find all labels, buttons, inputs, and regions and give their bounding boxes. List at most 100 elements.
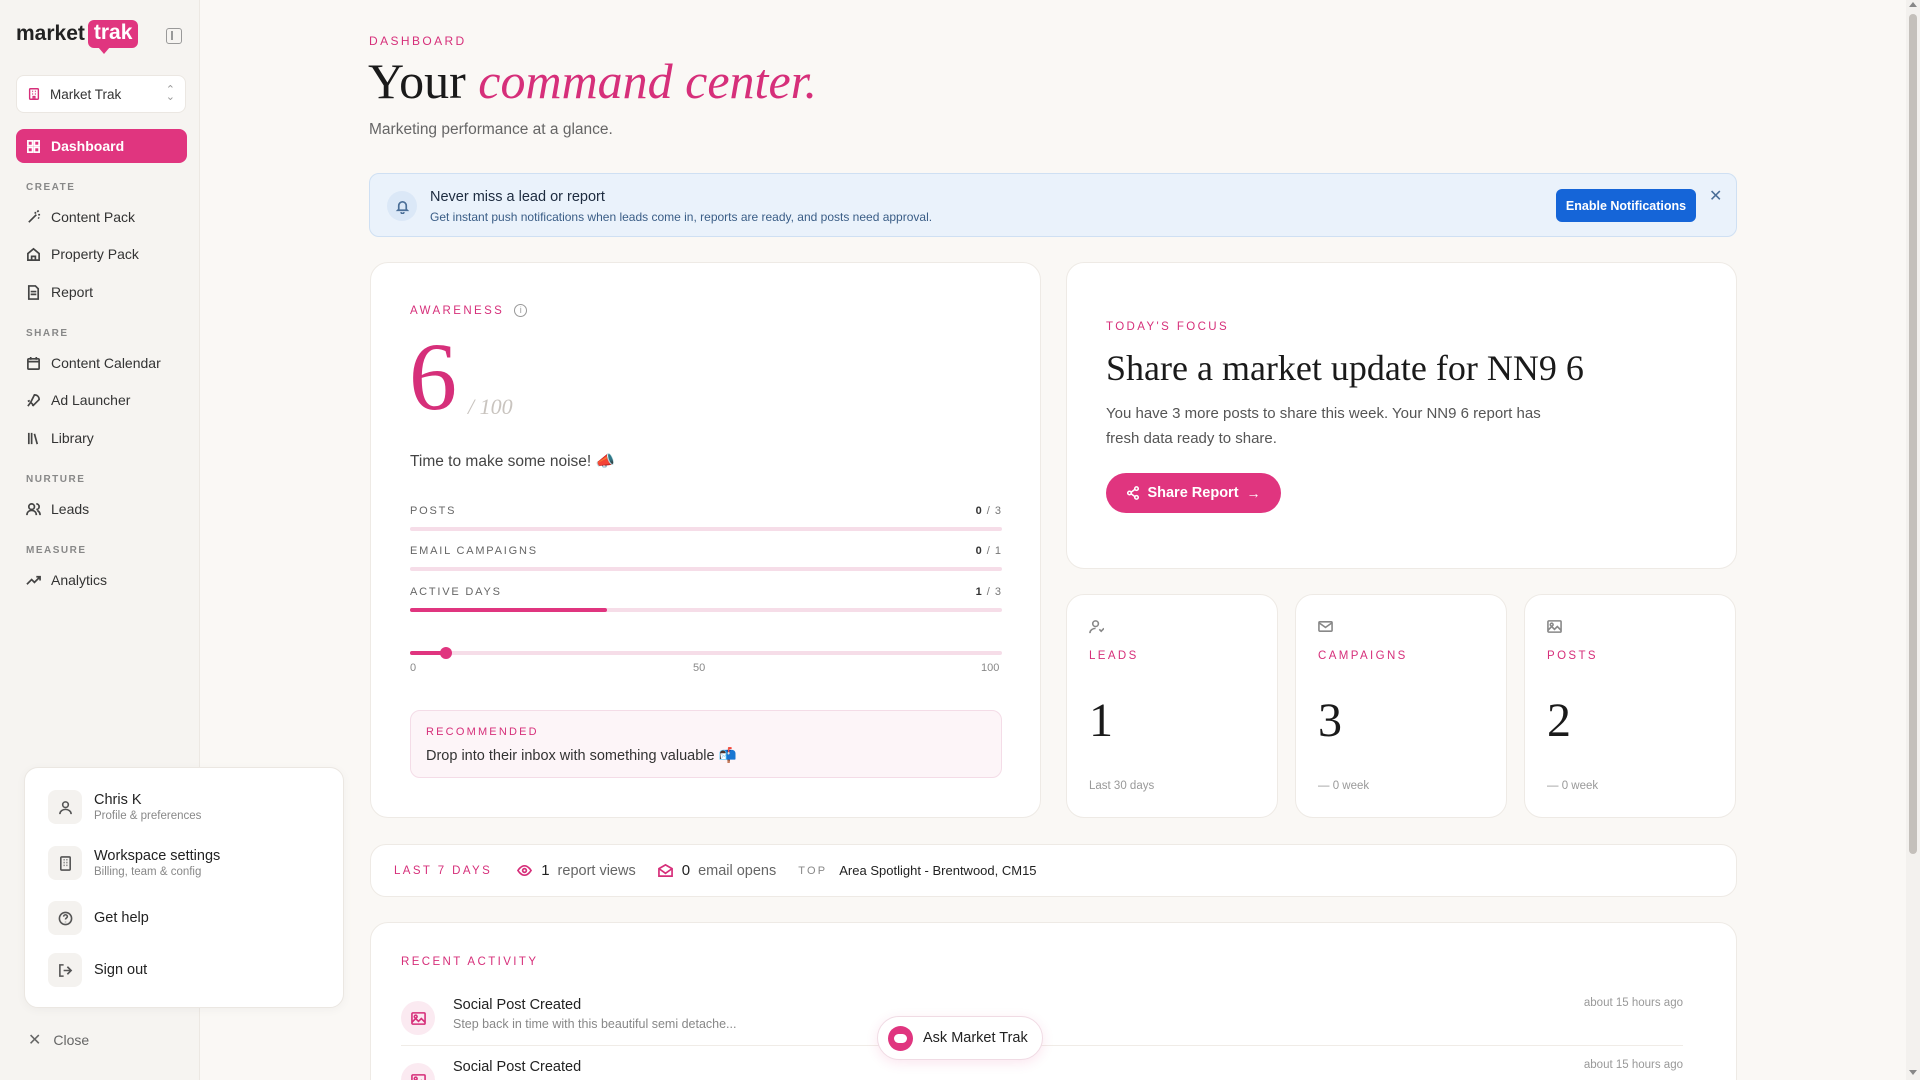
opens-count: 0 [681, 862, 691, 879]
profile-menu-workspace-settings[interactable]: Workspace settings Billing, team & confi… [48, 846, 220, 880]
sidebar-item-analytics[interactable]: Analytics [16, 563, 187, 597]
user-name: Chris K [94, 792, 142, 808]
help-circle-icon [48, 901, 82, 935]
scroll-up-icon[interactable] [1909, 2, 1917, 7]
close-label: Close [53, 1032, 90, 1048]
close-menu-button[interactable]: ✕ Close [28, 1030, 89, 1050]
sidebar-item-label: Ad Launcher [51, 392, 131, 408]
workspace-name: Market Trak [50, 86, 122, 102]
profile-menu-help[interactable]: Get help [48, 901, 149, 935]
awareness-max: / 100 [468, 394, 513, 419]
title-plain: Your [368, 53, 479, 109]
top-label: TOP [798, 864, 828, 877]
workspace-settings-title: Workspace settings [94, 848, 221, 864]
users-icon [26, 502, 41, 515]
metric-progress [410, 527, 1002, 531]
sidebar-item-dashboard[interactable]: Dashboard [16, 129, 187, 163]
activity-title: Social Post Created [453, 1059, 582, 1075]
image-icon [401, 1001, 435, 1035]
rocket-icon [27, 393, 40, 407]
sidebar-item-label: Leads [51, 501, 90, 517]
sidebar-item-label: Analytics [51, 572, 108, 588]
ask-market-trak-button[interactable]: Ask Market Trak [877, 1016, 1043, 1060]
metric-value: 0 / 3 [975, 505, 1002, 517]
awareness-message: Time to make some noise! 📣 [410, 453, 615, 470]
metric-label: EMAIL CAMPAIGNS [410, 545, 538, 557]
image-icon [1547, 620, 1562, 633]
workspace-settings-sub: Billing, team & config [94, 866, 202, 878]
stat-value: 2 [1547, 694, 1571, 747]
stat-label: POSTS [1547, 650, 1598, 662]
profile-menu-signout[interactable]: Sign out [48, 953, 147, 987]
stat-card-leads[interactable]: LEADS 1 Last 30 days [1066, 594, 1278, 818]
enable-notifications-button[interactable]: Enable Notifications [1556, 189, 1696, 222]
report-views-stat: 1 report views [517, 862, 636, 879]
share-report-button[interactable]: Share Report → [1106, 473, 1281, 513]
sidebar-item-library[interactable]: Library [16, 421, 187, 455]
focus-title: Share a market update for NN9 6 [1106, 348, 1584, 388]
metric-progress [410, 608, 1002, 612]
dismiss-notification-icon[interactable]: ✕ [1709, 186, 1722, 206]
notification-desc: Get instant push notifications when lead… [430, 210, 933, 224]
home-icon [27, 247, 40, 261]
scroll-down-icon[interactable] [1909, 1070, 1917, 1075]
profile-menu: Chris K Profile & preferences Workspace … [24, 767, 344, 1008]
sidebar-item-content-calendar[interactable]: Content Calendar [16, 346, 187, 380]
scrollbar-thumb[interactable] [1909, 14, 1917, 854]
stat-card-posts[interactable]: POSTS 2 — 0 week [1524, 594, 1736, 818]
profile-menu-user[interactable]: Chris K Profile & preferences [48, 790, 201, 824]
divider [401, 1045, 1683, 1046]
stat-note: — 0 week [1547, 780, 1599, 792]
stat-card-campaigns[interactable]: CAMPAIGNS 3 — 0 week [1295, 594, 1507, 818]
arrow-right-icon: → [1246, 485, 1261, 501]
scrollbar[interactable] [1906, 0, 1920, 1080]
sidebar-item-label: Content Pack [51, 209, 136, 225]
awareness-label: AWARENESS i [410, 304, 528, 317]
document-icon [27, 284, 40, 300]
stat-label: CAMPAIGNS [1318, 650, 1408, 662]
workspace-selector[interactable]: Market Trak ⌃ ⌄ [16, 75, 186, 113]
breadcrumb: DASHBOARD [369, 34, 467, 48]
logout-icon [48, 953, 82, 987]
wand-icon [28, 209, 41, 223]
last-7-days-bar: LAST 7 DAYS 1 report views 0 email opens… [370, 844, 1737, 897]
sidebar-item-report[interactable]: Report [16, 275, 187, 309]
nav-section-nurture: NURTURE [26, 474, 86, 485]
nav-section-share: SHARE [26, 328, 69, 339]
stat-value: 1 [1089, 694, 1113, 747]
trending-up-icon [26, 575, 41, 585]
sidebar-collapse-icon[interactable] [166, 28, 182, 44]
sidebar-item-content-pack[interactable]: Content Pack [16, 200, 187, 234]
title-emphasis: command center. [478, 53, 818, 109]
metric-label: POSTS [410, 505, 457, 517]
share-icon [1127, 486, 1140, 500]
tick-label: 100 [981, 662, 1000, 674]
list-item[interactable]: Social Post Created about 15 hours ago [401, 1059, 1683, 1080]
info-icon[interactable]: i [514, 304, 528, 317]
logo[interactable]: market trak [16, 20, 139, 54]
sidebar-item-property-pack[interactable]: Property Pack [16, 237, 187, 271]
share-report-label: Share Report [1147, 485, 1239, 501]
activity-title: Social Post Created [453, 997, 582, 1013]
sidebar-item-leads[interactable]: Leads [16, 492, 187, 526]
sidebar-item-ad-launcher[interactable]: Ad Launcher [16, 383, 187, 417]
stat-label: LEADS [1089, 650, 1139, 662]
library-icon [27, 432, 39, 444]
building-icon [28, 88, 40, 100]
grid-icon [27, 139, 40, 153]
metric-label: ACTIVE DAYS [410, 586, 502, 598]
recommendation-box[interactable]: RECOMMENDED Drop into their inbox with s… [410, 710, 1002, 778]
awareness-label-text: AWARENESS [410, 304, 505, 317]
user-icon [1089, 620, 1104, 634]
awareness-score: 6 [409, 323, 457, 430]
user-icon [48, 790, 82, 824]
sidebar-item-label: Report [51, 284, 94, 300]
top-report-link[interactable]: Area Spotlight - Brentwood, CM15 [839, 863, 1036, 878]
activity-desc: Step back in time with this beautiful se… [453, 1017, 737, 1031]
signout-label: Sign out [94, 962, 148, 978]
activity-time: about 15 hours ago [1583, 997, 1683, 1009]
close-icon: ✕ [28, 1032, 42, 1049]
email-opens-stat: 0 email opens [657, 862, 776, 879]
page-title: Your command center. [368, 52, 817, 110]
mail-open-icon [657, 863, 673, 877]
